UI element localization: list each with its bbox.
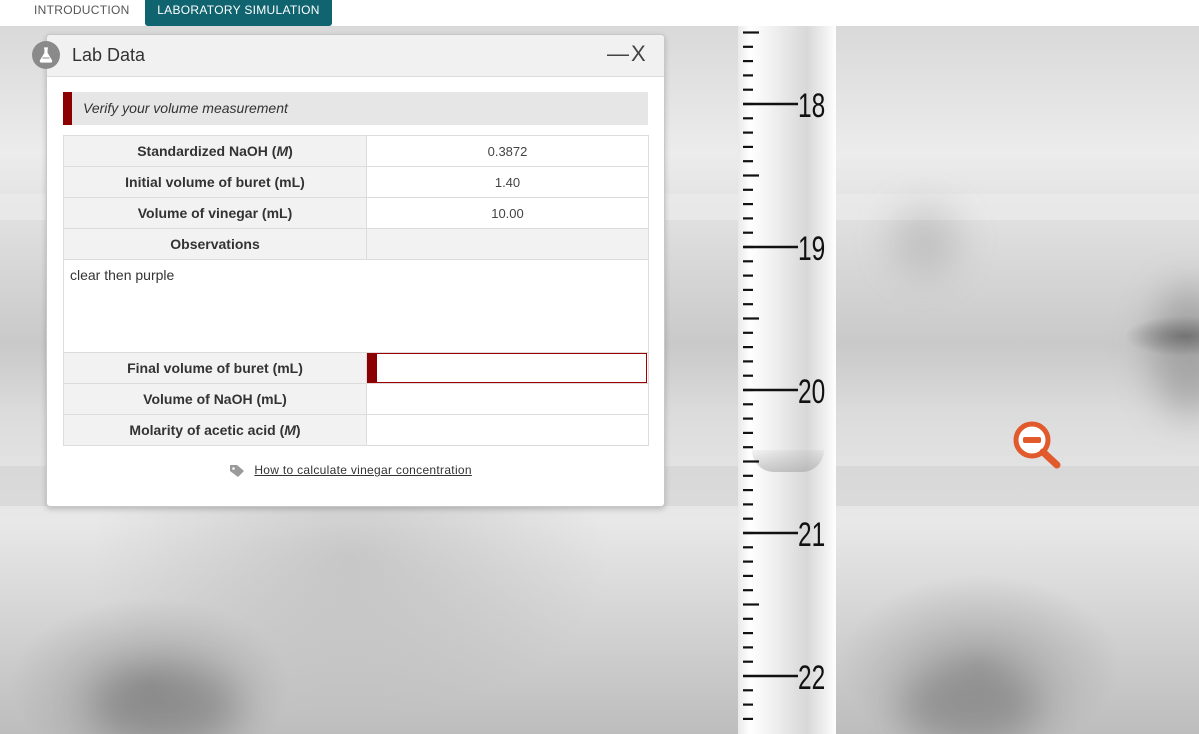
buret-scale-label: 20	[798, 373, 825, 411]
lab-data-table: Standardized NaOH (M) 0.3872 Initial vol…	[63, 135, 649, 446]
naoh-molarity-value: 0.3872	[366, 135, 649, 167]
buret-scale-label: 19	[798, 230, 825, 268]
vinegar-volume-value: 10.00	[366, 197, 649, 229]
table-row: Volume of vinegar (mL) 10.00	[63, 197, 649, 229]
table-row: Standardized NaOH (M) 0.3872	[63, 135, 649, 167]
background-blur-object	[90, 666, 240, 734]
buret-scale-label: 22	[798, 659, 825, 697]
buret-scale: 18 19 20 21 22	[743, 31, 825, 721]
panel-title: Lab Data	[72, 45, 146, 65]
row-label-naoh: Standardized NaOH (M)	[63, 135, 367, 167]
close-button[interactable]: X	[631, 41, 646, 67]
help-link-row: How to calculate vinegar concentration	[229, 463, 472, 478]
observations-text: clear then purple	[63, 259, 649, 353]
row-label-naoh-volume: Volume of NaOH (mL)	[63, 383, 367, 415]
minimize-button[interactable]: —	[607, 41, 629, 67]
lab-data-panel: Lab Data — X Verify your volume measurem…	[32, 34, 665, 507]
table-row: Volume of NaOH (mL)	[63, 383, 649, 415]
table-row: Final volume of buret (mL)	[63, 352, 649, 384]
final-volume-cell	[366, 352, 649, 384]
banner-accent	[63, 92, 72, 125]
table-row: Initial volume of buret (mL) 1.40	[63, 166, 649, 198]
molarity-value	[366, 414, 649, 446]
row-label-final-volume: Final volume of buret (mL)	[63, 352, 367, 384]
panel-header[interactable]: Lab Data — X	[32, 35, 664, 77]
table-row: Molarity of acetic acid (M)	[63, 414, 649, 446]
row-label-molarity: Molarity of acetic acid (M)	[63, 414, 367, 446]
row-label-initial-volume: Initial volume of buret (mL)	[63, 166, 367, 198]
zoom-out-button[interactable]	[1010, 420, 1066, 472]
banner-text: Verify your volume measurement	[83, 100, 288, 116]
tab-introduction[interactable]: INTRODUCTION	[34, 0, 130, 26]
zoom-out-icon	[1013, 421, 1061, 469]
background-blur-object	[1150, 286, 1199, 416]
table-row: clear then purple	[63, 259, 649, 353]
naoh-volume-value	[366, 383, 649, 415]
flask-icon	[32, 41, 60, 69]
tab-laboratory-simulation[interactable]: LABORATORY SIMULATION	[145, 0, 332, 26]
vinegar-concentration-help-link[interactable]: How to calculate vinegar concentration	[254, 463, 472, 477]
observations-header-cell	[366, 228, 649, 260]
row-label-vinegar-volume: Volume of vinegar (mL)	[63, 197, 367, 229]
background-blur-object	[890, 206, 960, 276]
initial-volume-value: 1.40	[366, 166, 649, 198]
background-blur-object	[900, 666, 1040, 734]
instruction-banner: Verify your volume measurement	[63, 92, 648, 125]
final-volume-input[interactable]	[367, 353, 647, 383]
top-tab-bar: INTRODUCTION LABORATORY SIMULATION	[0, 0, 1199, 26]
row-label-observations: Observations	[63, 228, 367, 260]
buret-scale-label: 21	[798, 516, 825, 554]
buret-scale-label: 18	[798, 87, 825, 125]
tag-icon	[230, 464, 244, 477]
table-row: Observations	[63, 228, 649, 260]
